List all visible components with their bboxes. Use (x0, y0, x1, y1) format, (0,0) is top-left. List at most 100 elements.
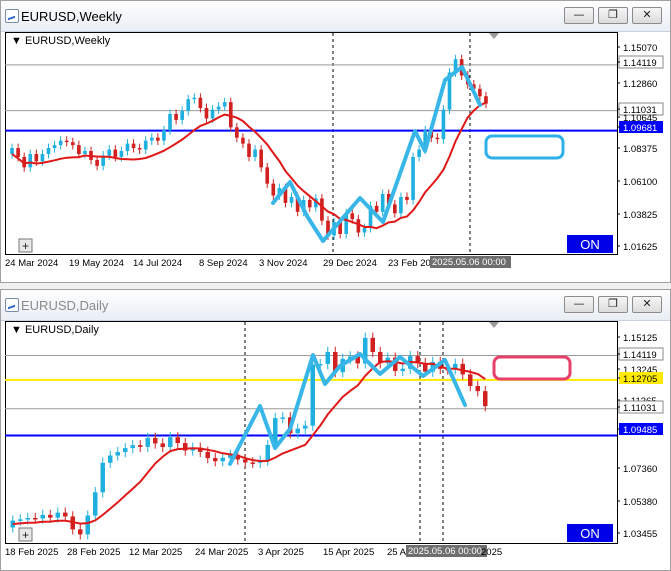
candle-body (143, 140, 148, 150)
candle-body (28, 154, 33, 168)
chart-window-icon (5, 298, 19, 312)
chart-area[interactable]: ▼ EURUSD,Weekly ON +1.15070 1.14119 1.12860 1… (5, 32, 668, 270)
close-button[interactable]: ✕ (632, 296, 662, 313)
x-axis-label: 19 May 2024 (69, 258, 124, 269)
candle-body (289, 196, 294, 203)
candle-body (70, 142, 75, 146)
window-title: EURUSD,Daily (21, 298, 109, 313)
x-axis-label: 14 Jul 2024 (133, 258, 182, 269)
candle-body (192, 97, 197, 100)
candle-body (417, 149, 421, 157)
candle-body (204, 108, 209, 119)
y-axis-label: 1.03825 (623, 210, 657, 221)
candle-body (100, 462, 105, 493)
candle-body (123, 448, 128, 453)
candle-body (374, 205, 379, 212)
price-chart[interactable]: ▼ EURUSD,DailyON+1.151251.141191.132451.… (5, 321, 668, 559)
candle-body (235, 127, 239, 138)
candle-body (174, 114, 178, 120)
minimize-button[interactable]: — (564, 7, 594, 24)
candle-body (10, 148, 14, 154)
candle-body (216, 106, 221, 110)
close-button[interactable]: ✕ (632, 7, 662, 24)
x-axis-label: 3 Apr 2025 (258, 547, 304, 558)
x-axis-label: 8 Sep 2024 (199, 258, 248, 269)
y-axis-label: 1.15070 (623, 43, 657, 54)
candle-body (64, 140, 69, 143)
candle-body (138, 445, 143, 447)
candle-body (46, 148, 51, 154)
restore-button[interactable]: ❐ (598, 296, 628, 313)
candle-body (48, 514, 53, 518)
x-axis-label: 2025 (481, 547, 502, 558)
candle-body (125, 143, 130, 152)
candle-body (162, 130, 166, 141)
candle-body (250, 462, 255, 464)
minimize-button[interactable]: — (564, 296, 594, 313)
x-axis-label: 2025.05.06 00:00 (408, 546, 482, 557)
y-axis-label: 1.14119 (623, 58, 657, 69)
candle-body (58, 140, 63, 146)
candle-body (95, 159, 99, 166)
candle-body (83, 151, 87, 154)
restore-button[interactable]: ❐ (598, 7, 628, 24)
chart-symbol-label: ▼ EURUSD,Weekly (11, 35, 111, 47)
candle-body (25, 517, 30, 520)
candle-body (205, 451, 210, 459)
candle-body (478, 88, 482, 97)
candle-body (222, 102, 227, 107)
candle-body (370, 337, 375, 352)
candle-body (78, 529, 83, 535)
price-chart[interactable]: ▼ EURUSD,Weekly ON +1.15070 1.14119 1.12860 1… (5, 32, 668, 270)
candle-body (130, 445, 135, 449)
candle-body (33, 517, 38, 520)
title-bar[interactable]: EURUSD,Daily — ❐ ✕ (1, 290, 670, 321)
candle-body (40, 154, 45, 162)
candle-body (380, 194, 385, 212)
y-axis-label: 1.03455 (623, 529, 657, 540)
title-bar[interactable]: EURUSD,Weekly — ❐ ✕ (1, 1, 670, 32)
x-axis-label: 28 Feb 2025 (67, 547, 120, 558)
candle-body (149, 137, 154, 141)
candle-body (243, 459, 248, 463)
candle-body (63, 512, 68, 517)
candle-body (253, 149, 257, 157)
y-axis-label: 1.12705 (623, 374, 657, 385)
daily-chart-window[interactable]: EURUSD,Daily — ❐ ✕ ▼ EURUSD,Daily ON +1.15… (0, 289, 671, 571)
candle-body (77, 145, 81, 154)
candle-body (435, 137, 440, 140)
candle-body (115, 452, 120, 456)
weekly-chart-window[interactable]: EURUSD,Weekly — ❐ ✕ ▼ EURUSD,Weekly ON +1.… (0, 0, 671, 283)
candle-body (107, 149, 112, 156)
candle-body (156, 137, 160, 141)
candle-body (247, 143, 251, 157)
candle-body (271, 183, 276, 196)
plus-icon: + (22, 528, 29, 542)
x-axis-label: 18 Feb 2025 (5, 547, 58, 558)
candle-body (411, 156, 415, 200)
y-axis-label: 1.08375 (623, 144, 657, 155)
x-axis-label: 12 Mar 2025 (129, 547, 182, 558)
x-axis-label: 3 Nov 2024 (259, 258, 308, 269)
candle-body (483, 391, 488, 407)
on-button-label: ON (580, 526, 600, 541)
candle-body (220, 457, 225, 462)
candle-body (18, 519, 23, 521)
y-axis-label: 1.01625 (623, 242, 657, 253)
y-axis-label: 1.09681 (623, 123, 657, 134)
on-button-label: ON (580, 237, 600, 252)
candle-body (131, 143, 136, 149)
chart-symbol-label: ▼ EURUSD,Daily (11, 324, 99, 336)
candle-body (16, 148, 20, 157)
candle-body (52, 145, 57, 149)
candle-body (137, 148, 142, 150)
candle-body (399, 196, 403, 214)
chart-area[interactable]: ▼ EURUSD,Daily ON +1.15125 1.14119 1.13245 1.… (5, 321, 668, 559)
window-title: EURUSD,Weekly (21, 9, 122, 24)
x-axis-label: 24 Mar 2025 (195, 547, 248, 558)
candle-body (113, 149, 118, 157)
candle-body (265, 167, 270, 184)
candle-body (168, 114, 172, 131)
candle-body (400, 368, 405, 371)
x-axis-label: 24 Mar 2024 (5, 258, 58, 269)
